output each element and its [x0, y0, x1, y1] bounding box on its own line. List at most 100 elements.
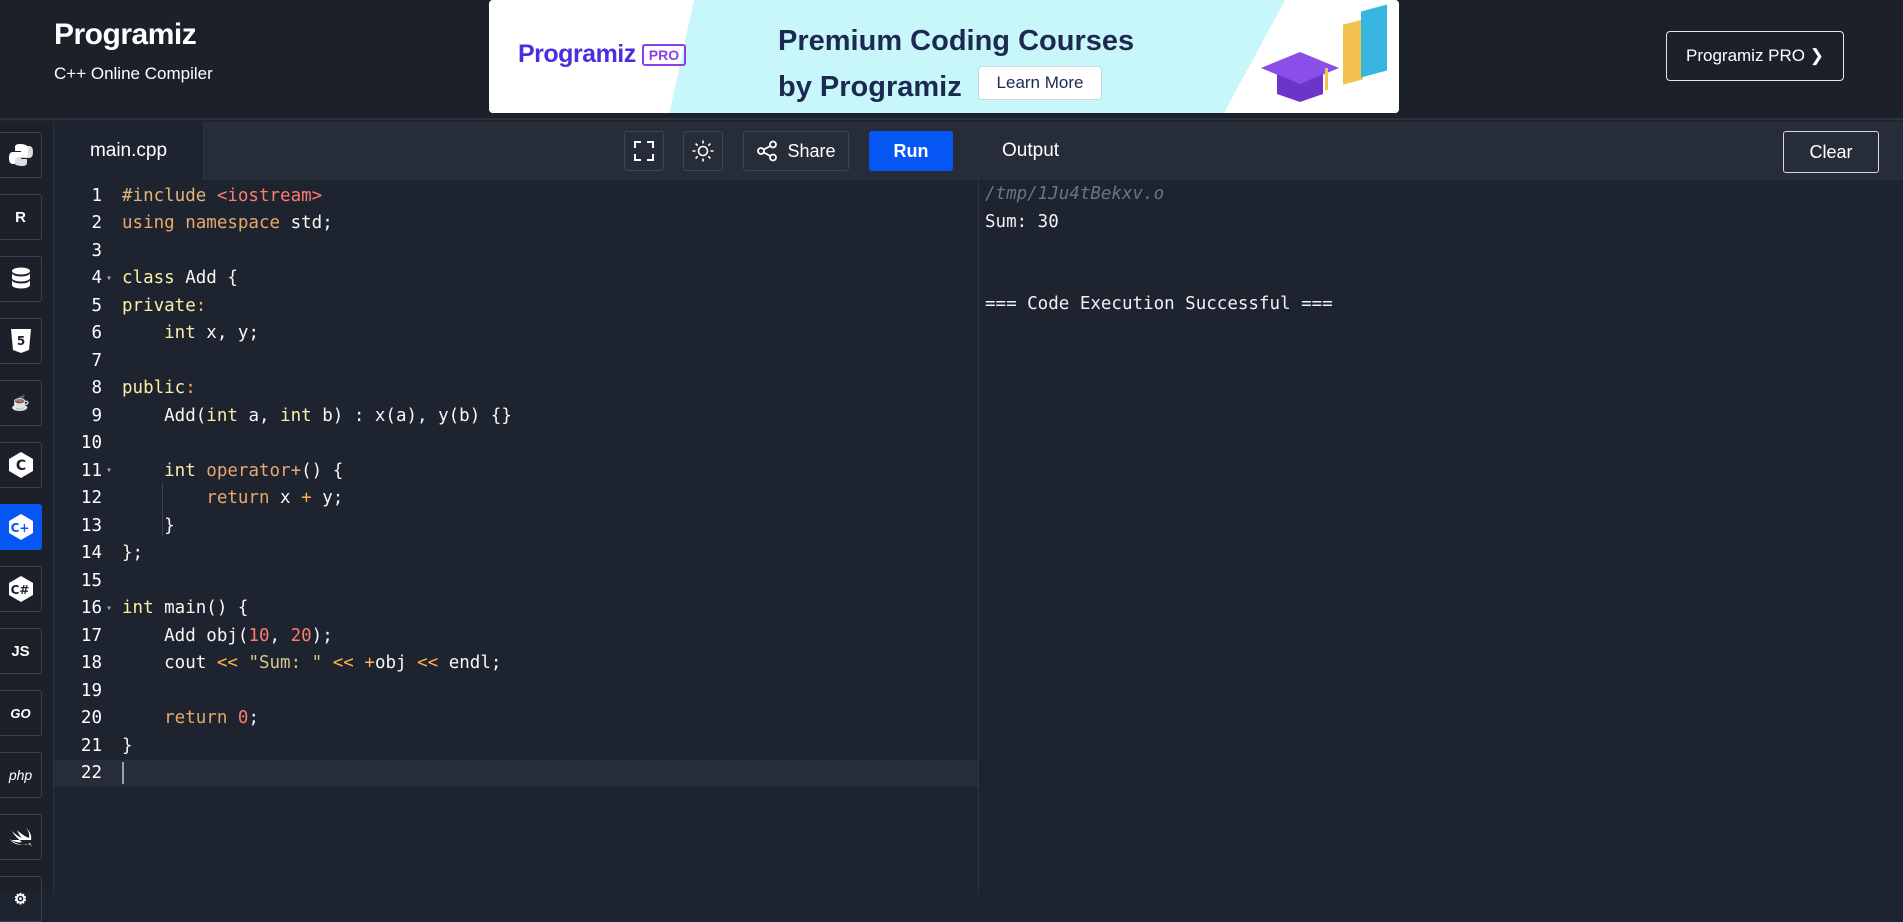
cpp-language-icon[interactable]: C+: [0, 504, 42, 550]
code-token: "Sum: ": [248, 653, 323, 674]
line-number: 20: [80, 708, 102, 729]
code-line[interactable]: 17 Add obj(10, 20);: [54, 622, 978, 650]
line-number: 18: [80, 653, 102, 674]
output-panel[interactable]: /tmp/1Ju4tBekxv.o Sum: 30 === Code Execu…: [978, 180, 1903, 894]
line-number: 14: [80, 543, 102, 564]
code-token: public: [122, 378, 186, 399]
fold-arrow-icon[interactable]: ▾: [102, 603, 116, 614]
line-number: 4: [91, 268, 102, 289]
code-token: class: [122, 268, 175, 289]
fullscreen-icon: [634, 141, 654, 161]
line-number: 5: [91, 295, 102, 316]
code-token: int: [206, 405, 238, 426]
go-language-icon[interactable]: GO: [0, 690, 42, 736]
code-token: }: [122, 735, 133, 756]
code-token: a,: [237, 405, 281, 426]
code-line-current[interactable]: 22: [54, 759, 978, 787]
share-label: Share: [787, 140, 836, 161]
line-number: 15: [80, 570, 102, 591]
fold-arrow-icon[interactable]: ▾: [102, 465, 116, 476]
code-line[interactable]: 12 return x + y;: [54, 485, 978, 513]
output-title: Output: [1002, 140, 1060, 161]
svg-text:5: 5: [16, 334, 24, 348]
clear-button[interactable]: Clear: [1783, 131, 1879, 173]
share-icon: [757, 140, 778, 162]
output-binary-path: /tmp/1Ju4tBekxv.o: [985, 184, 1165, 204]
code-token: return: [122, 488, 270, 509]
rust-glyph: ⚙: [13, 891, 28, 908]
code-line[interactable]: 15: [54, 567, 978, 595]
code-line[interactable]: 4 ▾ class Add {: [54, 265, 978, 293]
code-token: return: [122, 708, 228, 729]
java-icon[interactable]: ☕: [0, 380, 42, 426]
code-token: +: [364, 653, 375, 674]
code-editor[interactable]: 1 #include <iostream> 2 using namespace st…: [54, 180, 978, 894]
fold-arrow-icon[interactable]: ▾: [102, 273, 116, 284]
code-token: :: [185, 378, 196, 399]
brand[interactable]: Programiz C++ Online Compiler: [54, 18, 213, 84]
learn-more-button[interactable]: Learn More: [978, 66, 1102, 100]
code-token: x: [269, 488, 302, 509]
output-toolbar: Output Clear: [978, 122, 1903, 180]
code-line[interactable]: 21}: [54, 732, 978, 760]
line-number: 9: [91, 405, 102, 426]
tab-main-cpp[interactable]: main.cpp: [54, 122, 204, 180]
line-number: 3: [91, 240, 102, 261]
code-token: b) : x(a), y(b) {}: [311, 405, 512, 426]
code-token: obj: [374, 653, 418, 674]
php-icon[interactable]: php: [0, 752, 42, 798]
code-token: <<: [332, 653, 354, 674]
code-token: x, y;: [195, 323, 259, 344]
code-line[interactable]: 9 Add(int a, int b) : x(a), y(b) {}: [54, 402, 978, 430]
rust-icon[interactable]: ⚙: [0, 876, 42, 922]
fullscreen-button[interactable]: [624, 131, 664, 171]
code-line[interactable]: 18 cout << "Sum: " << +obj << endl;: [54, 650, 978, 678]
code-line[interactable]: 1 #include <iostream>: [54, 182, 978, 210]
line-number: 12: [80, 488, 102, 509]
code-token: ,: [269, 625, 291, 646]
code-line[interactable]: 20 return 0;: [54, 705, 978, 733]
code-token: int: [122, 323, 196, 344]
programiz-logo[interactable]: Programiz: [54, 18, 213, 52]
r-language-icon[interactable]: R: [0, 194, 42, 240]
swift-icon[interactable]: [0, 814, 42, 860]
line-number: 6: [91, 323, 102, 344]
code-line[interactable]: 8 public:: [54, 375, 978, 403]
share-button[interactable]: Share: [743, 131, 849, 171]
r-glyph: R: [15, 208, 26, 226]
banner-headline-line1: Premium Coding Courses: [778, 25, 1135, 57]
java-glyph: ☕: [11, 395, 30, 412]
text-cursor: [122, 762, 124, 785]
code-line[interactable]: 3: [54, 237, 978, 265]
code-token: Add {: [174, 268, 238, 289]
run-button[interactable]: Run: [869, 131, 953, 171]
code-line[interactable]: 14};: [54, 540, 978, 568]
programiz-pro-button[interactable]: Programiz PRO ❯: [1666, 31, 1844, 81]
javascript-icon[interactable]: JS: [0, 628, 42, 674]
code-line[interactable]: 11 ▾ int operator+() {: [54, 457, 978, 485]
database-icon[interactable]: [0, 256, 42, 302]
theme-toggle-button[interactable]: [683, 131, 723, 171]
code-token: );: [311, 625, 333, 646]
code-line[interactable]: 5 private:: [54, 292, 978, 320]
php-glyph: php: [8, 767, 33, 783]
code-line[interactable]: 16 ▾ int main() {: [54, 595, 978, 623]
svg-text:C: C: [15, 458, 25, 474]
ad-banner[interactable]: Programiz PRO Premium Coding Courses by …: [489, 0, 1399, 113]
c-language-icon[interactable]: C: [0, 442, 42, 488]
code-token: using namespace: [122, 213, 281, 234]
code-line[interactable]: 10: [54, 430, 978, 458]
html5-icon[interactable]: 5: [0, 318, 42, 364]
code-line[interactable]: 2 using namespace std;: [54, 210, 978, 238]
csharp-language-icon[interactable]: C#: [0, 566, 42, 612]
line-number: 13: [80, 515, 102, 536]
code-line[interactable]: 7: [54, 347, 978, 375]
code-line[interactable]: 6 int x, y;: [54, 320, 978, 348]
code-token: std;: [280, 213, 333, 234]
code-line[interactable]: 13 }: [54, 512, 978, 540]
python-icon[interactable]: [0, 132, 42, 178]
code-line[interactable]: 19: [54, 677, 978, 705]
